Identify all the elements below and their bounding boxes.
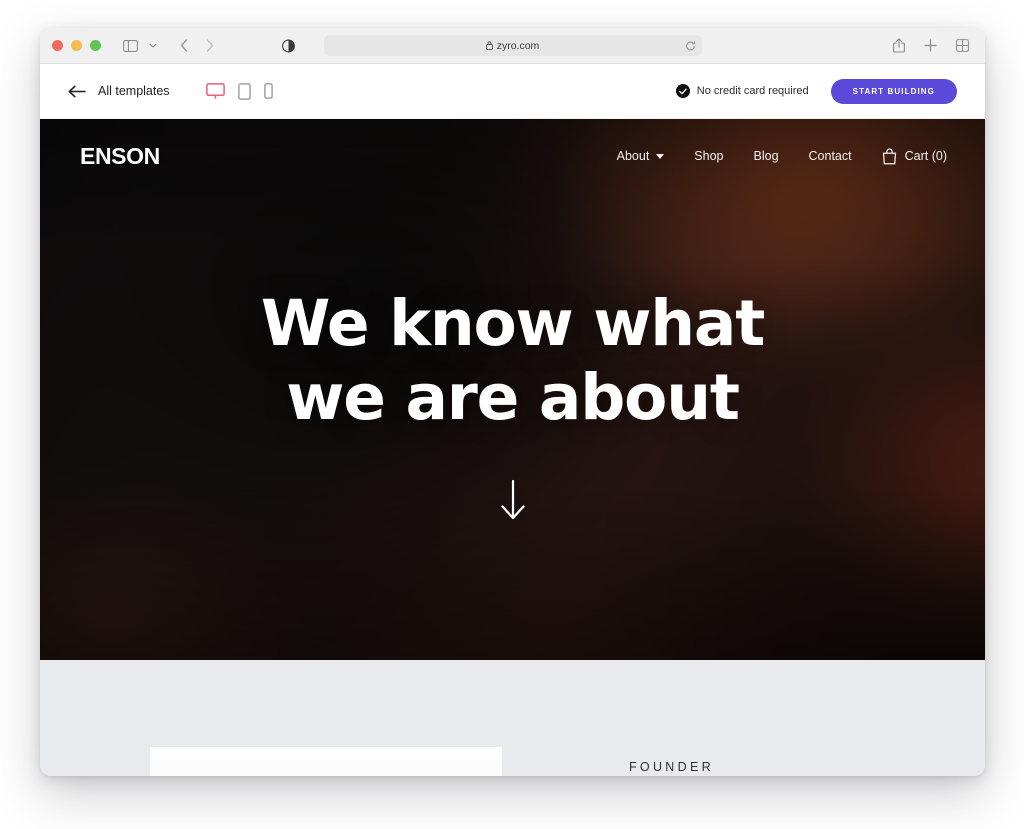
address-bar[interactable]: zyro.com xyxy=(323,35,702,56)
forward-arrow-icon[interactable] xyxy=(201,37,218,54)
all-templates-button[interactable]: All templates xyxy=(68,84,170,98)
reload-icon[interactable] xyxy=(685,40,696,51)
hero-section: ENSON About Shop Blog Contact Cart (0) W… xyxy=(40,119,985,660)
lock-icon xyxy=(485,41,493,50)
back-arrow-icon[interactable] xyxy=(175,37,192,54)
arrow-down-icon[interactable] xyxy=(491,478,535,522)
all-templates-label: All templates xyxy=(98,84,170,98)
plus-icon[interactable] xyxy=(922,37,939,54)
site-logo[interactable]: ENSON xyxy=(80,143,160,170)
nav-item-about[interactable]: About xyxy=(617,149,665,163)
reader-contrast-icon[interactable] xyxy=(280,37,297,54)
address-bar-url: zyro.com xyxy=(496,39,540,52)
preview-bar-actions: No credit card required START BUILDING xyxy=(675,78,957,104)
nav-item-about-label: About xyxy=(616,149,650,163)
template-preview-bar: All templates No credit card required ST… xyxy=(40,64,985,119)
no-credit-card-notice: No credit card required xyxy=(675,84,809,98)
hero-heading-line-1: We know what xyxy=(260,287,766,360)
check-badge-icon xyxy=(675,84,690,98)
share-icon[interactable] xyxy=(890,37,907,54)
nav-item-contact-label: Contact xyxy=(808,149,852,163)
device-switcher xyxy=(205,82,273,100)
zoom-window-button[interactable] xyxy=(90,40,101,51)
hero-content: We know what we are about xyxy=(40,193,985,522)
tab-overview-icon[interactable] xyxy=(954,37,971,54)
close-window-button[interactable] xyxy=(52,40,63,51)
founder-section: FOUNDER xyxy=(40,660,985,776)
shopping-bag-icon xyxy=(882,147,897,165)
nav-item-blog[interactable]: Blog xyxy=(754,149,779,163)
nav-item-shop[interactable]: Shop xyxy=(694,149,723,163)
no-credit-card-label: No credit card required xyxy=(696,85,809,97)
hero-heading-line-2: we are about xyxy=(286,360,740,434)
hero-heading: We know what we are about xyxy=(40,287,985,434)
founder-label: FOUNDER xyxy=(629,760,714,774)
chevron-down-icon xyxy=(656,153,665,159)
nav-item-blog-label: Blog xyxy=(753,149,779,163)
cart-button[interactable]: Cart (0) xyxy=(882,147,947,165)
nav-item-shop-label: Shop xyxy=(694,149,724,163)
toolbar-right-actions xyxy=(890,37,971,54)
desktop-icon[interactable] xyxy=(205,83,225,99)
minimize-window-button[interactable] xyxy=(71,40,82,51)
site-navigation: ENSON About Shop Blog Contact Cart (0) xyxy=(40,119,985,193)
address-bar-container: zyro.com xyxy=(281,35,702,56)
window-controls xyxy=(52,40,101,51)
cart-label: Cart (0) xyxy=(904,149,947,163)
navigation-controls xyxy=(122,37,218,54)
sidebar-toggle-icon[interactable] xyxy=(122,37,139,54)
site-preview-viewport: ENSON About Shop Blog Contact Cart (0) W… xyxy=(40,119,985,776)
tablet-icon[interactable] xyxy=(237,82,251,100)
arrow-left-icon xyxy=(68,84,86,98)
browser-window: zyro.com All templates No credit card re… xyxy=(40,28,985,776)
founder-photo xyxy=(150,747,502,776)
chevron-down-icon[interactable] xyxy=(148,37,157,54)
mobile-icon[interactable] xyxy=(263,83,273,99)
nav-item-contact[interactable]: Contact xyxy=(809,149,852,163)
start-building-button[interactable]: START BUILDING xyxy=(830,78,957,104)
browser-toolbar: zyro.com xyxy=(40,28,985,64)
nav-links: About Shop Blog Contact Cart (0) xyxy=(617,147,947,165)
